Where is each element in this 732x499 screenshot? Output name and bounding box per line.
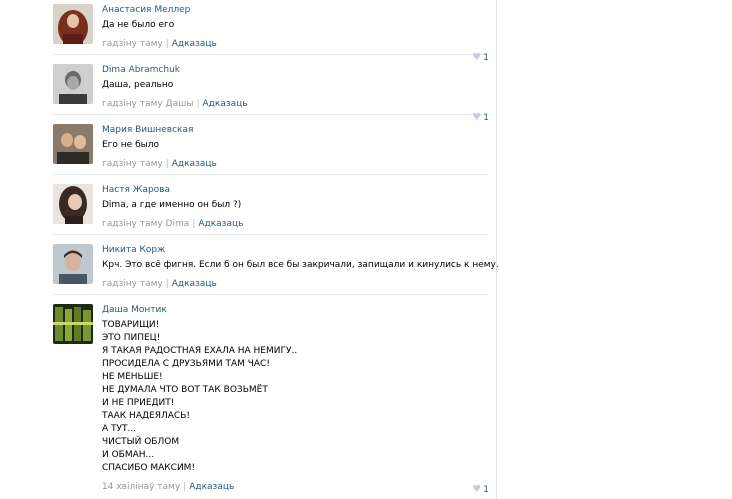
comment-divider bbox=[53, 54, 489, 55]
reply-link[interactable]: Адказаць bbox=[189, 482, 234, 492]
reply-link[interactable]: Адказаць bbox=[198, 219, 243, 229]
comment-meta: гадзіну таму Dima | Адказаць bbox=[102, 218, 489, 230]
comment-text-line: Dima, а где именно он был ?) bbox=[102, 200, 242, 210]
comment-meta: гадзіну таму Дашы | Адказаць bbox=[102, 98, 489, 110]
comment-text: ТОВАРИЩИ! ЭТО ПИПЕЦ! Я ТАКАЯ РАДОСТНАЯ Е… bbox=[102, 319, 489, 475]
comment-meta: гадзіну таму | Адказаць bbox=[102, 278, 489, 290]
avatar[interactable] bbox=[53, 244, 93, 284]
like-count: 1 bbox=[483, 53, 489, 63]
meta-separator: | bbox=[165, 279, 169, 289]
avatar[interactable] bbox=[53, 64, 93, 104]
like-button[interactable]: ♥ 1 bbox=[472, 112, 489, 124]
meta-separator: | bbox=[183, 482, 187, 492]
avatar[interactable] bbox=[53, 184, 93, 224]
comment-time[interactable]: гадзіну таму bbox=[102, 39, 163, 49]
comment-divider bbox=[53, 114, 489, 115]
comment-author[interactable]: Никита Корж bbox=[102, 244, 489, 256]
comment-time[interactable]: 14 хвілінаў таму bbox=[102, 482, 180, 492]
comment-text-line: А ТУТ... bbox=[102, 424, 137, 434]
comment-text-line: СПАСИБО МАКСИМ! bbox=[102, 463, 196, 473]
comment-text-line: ПРОСИДЕЛА С ДРУЗЬЯМИ ТАМ ЧАС! bbox=[102, 359, 270, 369]
comment-author[interactable]: Мария Вишневская bbox=[102, 124, 489, 136]
avatar[interactable] bbox=[53, 304, 93, 344]
comment-text-line: ЭТО ПИПЕЦ! bbox=[102, 333, 161, 343]
comment-divider bbox=[53, 294, 489, 295]
reply-link[interactable]: Адказаць bbox=[203, 99, 248, 109]
comment-item: Даша Монтик ТОВАРИЩИ! ЭТО ПИПЕЦ! Я ТАКАЯ… bbox=[53, 304, 489, 496]
avatar[interactable] bbox=[53, 4, 93, 44]
like-count: 1 bbox=[483, 113, 489, 123]
heart-icon: ♥ bbox=[472, 484, 482, 495]
comment-text-line: ЧИСТЫЙ ОБЛОМ bbox=[102, 437, 180, 447]
comment-author[interactable]: Даша Монтик bbox=[102, 304, 489, 316]
comment-text-line: И ОБМАН... bbox=[102, 450, 155, 460]
meta-separator: | bbox=[165, 159, 169, 169]
comment-time[interactable]: гадзіну таму Dima bbox=[102, 219, 189, 229]
comment-author[interactable]: Настя Жарова bbox=[102, 184, 489, 196]
meta-separator: | bbox=[196, 99, 200, 109]
heart-icon: ♥ bbox=[472, 112, 482, 123]
comment-text-line: ТААК НАДЕЯЛАСЬ! bbox=[102, 411, 190, 421]
comment-text-line: Даша, реально bbox=[102, 80, 174, 90]
comments-feed: Анастасия Меллер Да не было его гадзіну … bbox=[0, 0, 499, 499]
meta-separator: | bbox=[192, 219, 196, 229]
comment-text-line: Я ТАКАЯ РАДОСТНАЯ ЕХАЛА НА НЕМИГУ.. bbox=[102, 346, 298, 356]
comment-time[interactable]: гадзіну таму Дашы bbox=[102, 99, 193, 109]
comment-text: Да не было его bbox=[102, 19, 489, 32]
comment-text-line: Крч. Это всё фигня. Если б он был все бы… bbox=[102, 260, 499, 270]
like-count: 1 bbox=[483, 485, 489, 495]
comment-text: Даша, реально bbox=[102, 79, 489, 92]
reply-link[interactable]: Адказаць bbox=[172, 159, 217, 169]
comment-text-line: И НЕ ПРИЕДИТ! bbox=[102, 398, 175, 408]
comment-author[interactable]: Анастасия Меллер bbox=[102, 4, 489, 16]
reply-link[interactable]: Адказаць bbox=[172, 279, 217, 289]
avatar[interactable] bbox=[53, 124, 93, 164]
comment-time[interactable]: гадзіну таму bbox=[102, 279, 163, 289]
meta-separator: | bbox=[165, 39, 169, 49]
comment-text: Крч. Это всё фигня. Если б он был все бы… bbox=[102, 259, 499, 272]
like-button[interactable]: ♥ 1 bbox=[472, 52, 489, 64]
comment-time[interactable]: гадзіну таму bbox=[102, 159, 163, 169]
comment-meta: гадзіну таму | Адказаць bbox=[102, 158, 489, 170]
comment-author[interactable]: Dima Abramchuk bbox=[102, 64, 489, 76]
comment-text: Dima, а где именно он был ?) bbox=[102, 199, 489, 212]
comment-text-line: Его не было bbox=[102, 140, 159, 150]
comment-meta: гадзіну таму | Адказаць bbox=[102, 38, 489, 50]
heart-icon: ♥ bbox=[472, 52, 482, 63]
comment-divider bbox=[53, 234, 489, 235]
comment-meta: 14 хвілінаў таму | Адказаць bbox=[102, 481, 489, 493]
like-button[interactable]: ♥ 1 bbox=[472, 484, 489, 496]
comment-text-line: Да не было его bbox=[102, 20, 175, 30]
comment-divider bbox=[53, 174, 489, 175]
comment-text-line: ТОВАРИЩИ! bbox=[102, 320, 160, 330]
comment-text: Его не было bbox=[102, 139, 489, 152]
comment-text-line: НЕ МЕНЬШЕ! bbox=[102, 372, 163, 382]
reply-link[interactable]: Адказаць bbox=[172, 39, 217, 49]
comment-text-line: НЕ ДУМАЛА ЧТО ВОТ ТАК ВОЗЬМЁТ bbox=[102, 385, 268, 395]
column-divider bbox=[496, 0, 497, 499]
